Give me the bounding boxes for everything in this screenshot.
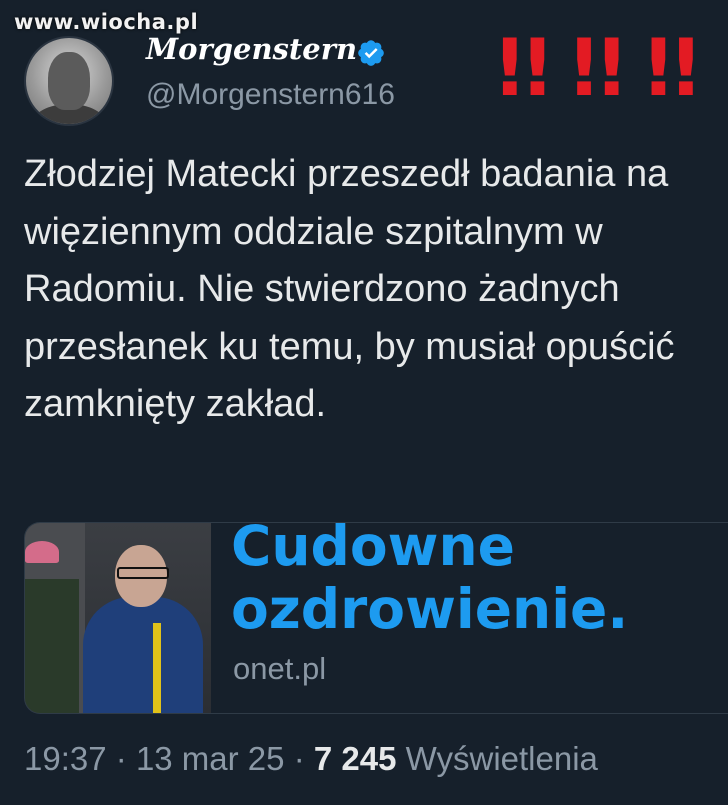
card-headline-line1: Cudowne [231,522,515,578]
watermark: www.wiocha.pl [14,10,199,34]
tweet-time[interactable]: 19:37 [24,740,107,777]
card-headline-line2: ozdrowienie. [231,577,629,641]
thumbnail-stripe [153,623,161,713]
tweet-text: Złodziej Matecki przeszedł badania na wi… [24,153,675,425]
meta-separator: · [293,740,305,777]
thumbnail-jacket [83,597,203,713]
meta-separator: · [115,740,127,777]
link-preview-card[interactable]: Cudowne ozdrowienie. onet.pl [24,522,728,714]
thumbnail-glasses [117,567,169,579]
card-headline: Cudowne ozdrowienie. [231,522,629,641]
verified-badge-icon [358,40,384,66]
thumbnail-cap [25,541,59,563]
card-domain: onet.pl [233,651,327,686]
avatar-face [48,52,90,110]
red-exclamation-annotation: !! !! !! [492,24,704,114]
user-handle[interactable]: @Morgenstern616 [146,78,395,112]
tweet-date[interactable]: 13 mar 25 [136,740,285,777]
tweet-meta: 19:37 · 13 mar 25 · 7 245 Wyświetlenia [24,740,598,778]
card-thumbnail-image [25,523,211,713]
views-count: 7 245 [313,740,397,777]
display-name[interactable]: Morgenstern [146,32,357,66]
thumbnail-officer [25,579,79,713]
avatar[interactable] [24,36,114,126]
views-label: Wyświetlenia [405,740,598,777]
